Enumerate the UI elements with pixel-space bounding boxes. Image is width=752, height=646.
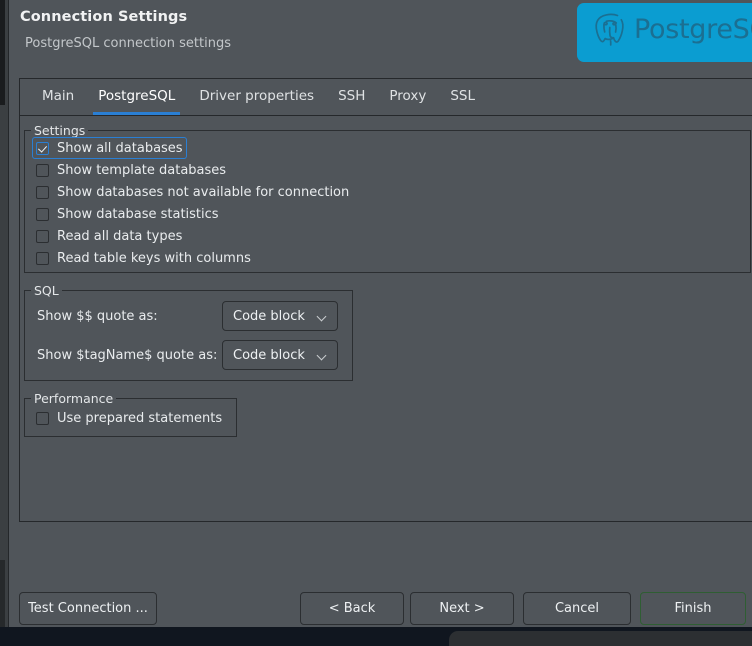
- sql-dollar-quote-label: Show $$ quote as:: [37, 309, 158, 324]
- next-button[interactable]: Next >: [410, 592, 514, 625]
- checkbox-read-table-keys-with-columns[interactable]: Read table keys with columns: [33, 247, 254, 269]
- dropdown-value: Code block: [233, 348, 305, 363]
- checkbox-label: Show databases not available for connect…: [57, 185, 349, 200]
- tab-postgresql[interactable]: PostgreSQL: [86, 79, 187, 115]
- chevron-down-icon: [318, 352, 326, 360]
- sql-group-label: SQL: [31, 283, 62, 298]
- tab-bar: Main PostgreSQL Driver properties SSH Pr…: [20, 79, 752, 116]
- sql-tagname-quote-row: Show $tagName$ quote as:: [37, 341, 217, 369]
- background-window-corner: [449, 631, 752, 646]
- back-button[interactable]: < Back: [300, 592, 404, 625]
- checkbox-show-databases-not-available[interactable]: Show databases not available for connect…: [33, 181, 352, 203]
- checkbox-label: Show template databases: [57, 163, 226, 178]
- checkbox-show-template-databases[interactable]: Show template databases: [33, 159, 229, 181]
- dropdown-show-tagname-quote-as[interactable]: Code block: [222, 340, 338, 370]
- dialog-header: Connection Settings PostgreSQL connectio…: [9, 0, 752, 68]
- checkbox-show-all-databases[interactable]: Show all databases: [32, 137, 187, 159]
- screen: Connection Settings PostgreSQL connectio…: [0, 0, 752, 646]
- checkbox-icon-unchecked: [36, 412, 49, 425]
- finish-button[interactable]: Finish: [640, 592, 746, 625]
- checkbox-icon-unchecked: [36, 208, 49, 221]
- checkbox-use-prepared-statements[interactable]: Use prepared statements: [33, 407, 225, 429]
- tab-ssl[interactable]: SSL: [438, 79, 487, 115]
- sql-group: SQL Show $$ quote as: Code block Show $t…: [24, 290, 353, 381]
- postgresql-logo-text: PostgreSQL: [634, 14, 752, 45]
- performance-group-label: Performance: [31, 391, 116, 406]
- dialog-title: Connection Settings: [20, 9, 187, 25]
- dropdown-value: Code block: [233, 309, 305, 324]
- sql-dollar-quote-row: Show $$ quote as:: [37, 302, 158, 330]
- checkbox-icon-checked: [36, 142, 49, 155]
- postgresql-logo: PostgreSQL: [577, 3, 752, 62]
- settings-group-label: Settings: [31, 123, 88, 138]
- checkbox-read-all-data-types[interactable]: Read all data types: [33, 225, 185, 247]
- dropdown-show-dollar-quote-as[interactable]: Code block: [222, 301, 338, 331]
- checkbox-icon-unchecked: [36, 186, 49, 199]
- tab-proxy[interactable]: Proxy: [377, 79, 438, 115]
- dialog-subtitle: PostgreSQL connection settings: [25, 36, 231, 51]
- test-connection-button[interactable]: Test Connection ...: [19, 592, 157, 625]
- background-window-top-strip: [0, 0, 5, 105]
- checkbox-show-database-statistics[interactable]: Show database statistics: [33, 203, 222, 225]
- sql-tagname-quote-label: Show $tagName$ quote as:: [37, 348, 217, 363]
- tab-driver-properties[interactable]: Driver properties: [187, 79, 326, 115]
- cancel-button[interactable]: Cancel: [523, 592, 631, 625]
- tab-main[interactable]: Main: [30, 79, 86, 115]
- settings-tab-widget: Main PostgreSQL Driver properties SSH Pr…: [19, 78, 752, 522]
- elephant-icon: [593, 11, 627, 47]
- settings-group: Settings Show all databases Show templat…: [24, 130, 751, 273]
- chevron-down-icon: [318, 313, 326, 321]
- checkbox-label: Read table keys with columns: [57, 251, 251, 266]
- checkbox-label: Read all data types: [57, 229, 182, 244]
- postgresql-tab-panel: Settings Show all databases Show templat…: [20, 116, 752, 521]
- checkbox-label: Show database statistics: [57, 207, 219, 222]
- connection-settings-dialog: Connection Settings PostgreSQL connectio…: [9, 0, 752, 629]
- tab-ssh[interactable]: SSH: [326, 79, 377, 115]
- checkbox-label: Show all databases: [57, 141, 183, 156]
- checkbox-icon-unchecked: [36, 230, 49, 243]
- checkbox-icon-unchecked: [36, 252, 49, 265]
- checkbox-label: Use prepared statements: [57, 411, 222, 426]
- performance-group: Performance Use prepared statements: [24, 398, 237, 437]
- checkbox-icon-unchecked: [36, 164, 49, 177]
